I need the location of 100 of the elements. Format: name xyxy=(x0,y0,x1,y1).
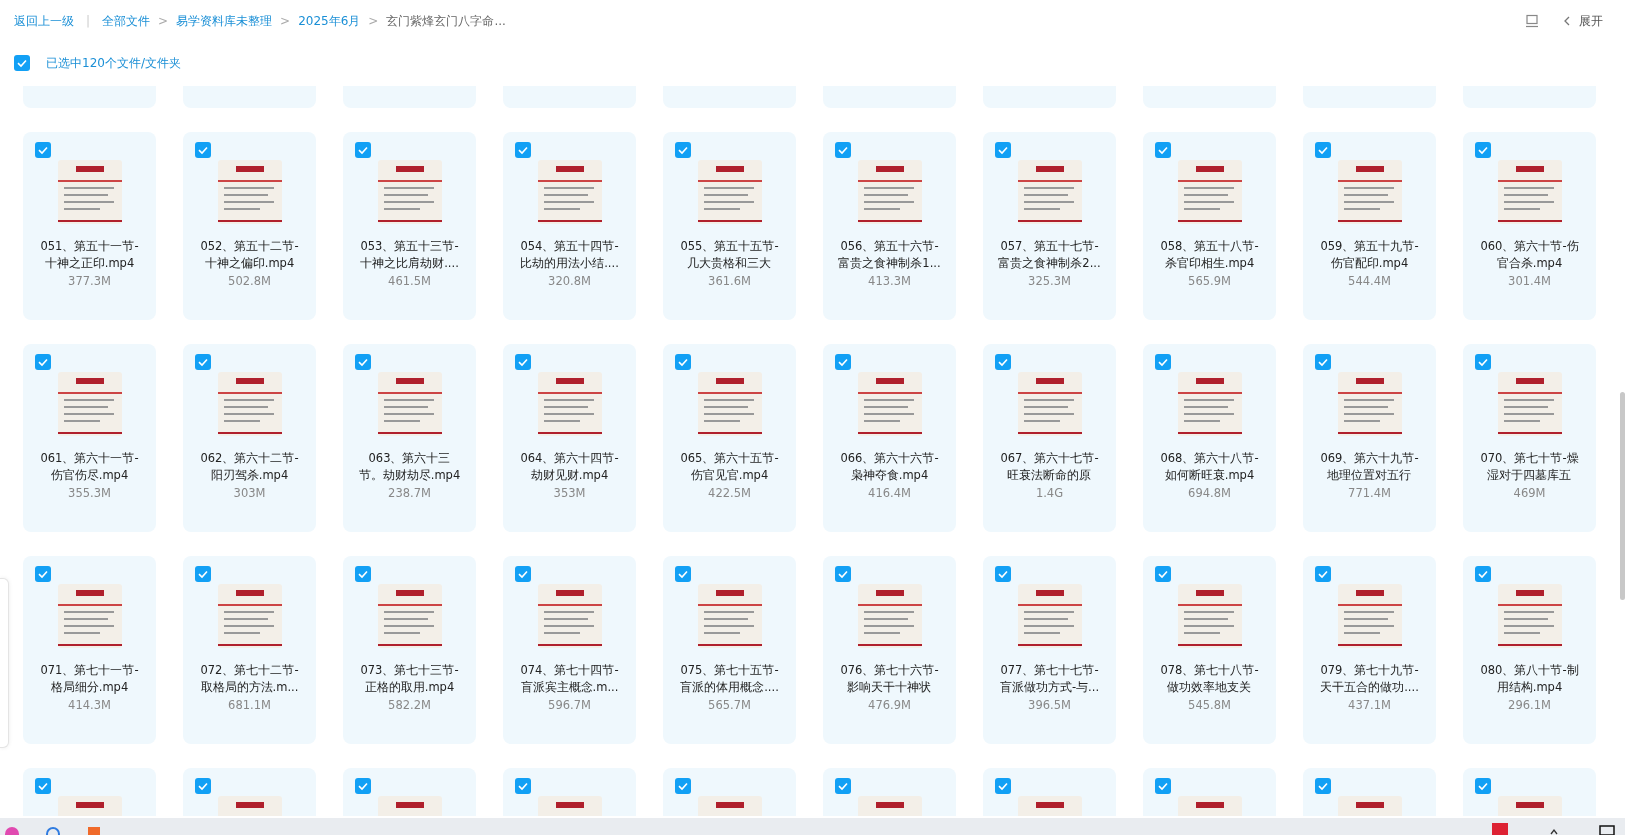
file-card[interactable]: 065、第六十五节- 伤官见官.mp4 422.5M xyxy=(663,344,796,532)
checkbox[interactable] xyxy=(1155,778,1171,794)
scrollbar-thumb[interactable] xyxy=(1620,392,1625,600)
breadcrumb-link[interactable]: 2025年6月 xyxy=(298,12,361,30)
checkbox[interactable] xyxy=(515,142,531,158)
video-thumbnail xyxy=(697,372,762,436)
file-card[interactable]: 080、第八十节-制 用结构.mp4 296.1M xyxy=(1463,556,1596,744)
file-card[interactable]: 071、第七十一节- 格局细分.mp4 414.3M xyxy=(23,556,156,744)
checkbox[interactable] xyxy=(1475,566,1491,582)
file-card[interactable]: 053、第五十三节- 十神之比肩劫财.... 461.5M xyxy=(343,132,476,320)
checkbox[interactable] xyxy=(355,354,371,370)
checkbox[interactable] xyxy=(1155,142,1171,158)
checkbox[interactable] xyxy=(515,566,531,582)
checkbox[interactable] xyxy=(1475,778,1491,794)
file-card[interactable]: 076、第七十六节- 影响天干十神状 476.9M xyxy=(823,556,956,744)
file-card[interactable]: 070、第七十节-燥 湿对于四墓库五 469M xyxy=(1463,344,1596,532)
checkbox[interactable] xyxy=(675,354,691,370)
checkbox[interactable] xyxy=(1475,354,1491,370)
breadcrumb-link[interactable]: 易学资料库未整理 xyxy=(176,12,273,30)
file-size: 461.5M xyxy=(388,274,431,288)
file-name: 069、第六十九节- 地理位置对五行 xyxy=(1320,450,1419,484)
checkbox[interactable] xyxy=(675,566,691,582)
file-card[interactable]: 060、第六十节-伤 官合杀.mp4 301.4M xyxy=(1463,132,1596,320)
app-icon[interactable] xyxy=(86,825,102,835)
checkbox[interactable] xyxy=(995,566,1011,582)
checkbox[interactable] xyxy=(355,142,371,158)
file-card[interactable]: 078、第七十八节- 做功效率地支关 545.8M xyxy=(1143,556,1276,744)
back-link[interactable]: 返回上一级 xyxy=(14,12,74,30)
file-card[interactable]: 077、第七十七节- 盲派做功方式-与... 396.5M xyxy=(983,556,1116,744)
file-card[interactable]: 074、第七十四节- 盲派宾主概念.m... 596.7M xyxy=(503,556,636,744)
file-name: 079、第七十九节- 天干五合的做功.... xyxy=(1320,662,1419,696)
video-thumbnail xyxy=(537,372,602,436)
checkbox[interactable] xyxy=(835,354,851,370)
checkbox[interactable] xyxy=(675,142,691,158)
checkbox[interactable] xyxy=(835,778,851,794)
file-card[interactable]: 064、第六十四节- 劫财见财.mp4 353M xyxy=(503,344,636,532)
app-icon[interactable] xyxy=(46,825,60,835)
checkbox[interactable] xyxy=(1315,778,1331,794)
video-thumbnail xyxy=(217,160,282,224)
file-card[interactable]: 054、第五十四节- 比劫的用法小结.... 320.8M xyxy=(503,132,636,320)
checkbox[interactable] xyxy=(1315,142,1331,158)
video-thumbnail xyxy=(57,584,122,648)
checkbox[interactable] xyxy=(995,778,1011,794)
file-card[interactable]: 062、第六十二节- 阳刃驾杀.mp4 303M xyxy=(183,344,316,532)
checkbox[interactable] xyxy=(1155,566,1171,582)
checkbox[interactable] xyxy=(835,142,851,158)
file-card[interactable]: 069、第六十九节- 地理位置对五行 771.4M xyxy=(1303,344,1436,532)
file-card[interactable]: 075、第七十五节- 盲派的体用概念.... 565.7M xyxy=(663,556,796,744)
checkbox[interactable] xyxy=(35,566,51,582)
file-card[interactable]: 068、第六十八节- 如何断旺衰.mp4 694.8M xyxy=(1143,344,1276,532)
checkbox[interactable] xyxy=(195,566,211,582)
checkbox[interactable] xyxy=(675,778,691,794)
checkbox[interactable] xyxy=(195,142,211,158)
file-card[interactable]: 067、第六十七节- 旺衰法断命的原 1.4G xyxy=(983,344,1116,532)
file-name: 052、第五十二节- 十神之偏印.mp4 xyxy=(200,238,299,272)
file-size: 325.3M xyxy=(1028,274,1071,288)
file-size: 296.1M xyxy=(1508,698,1551,712)
checkbox[interactable] xyxy=(355,778,371,794)
file-card[interactable]: 079、第七十九节- 天干五合的做功.... 437.1M xyxy=(1303,556,1436,744)
file-card[interactable]: 055、第五十五节- 几大贵格和三大 361.6M xyxy=(663,132,796,320)
chevron-up-icon[interactable] xyxy=(1549,827,1559,835)
file-card[interactable]: 057、第五十七节- 富贵之食神制杀2... 325.3M xyxy=(983,132,1116,320)
checkbox[interactable] xyxy=(515,778,531,794)
monitor-icon[interactable] xyxy=(1525,14,1539,28)
breadcrumb-link[interactable]: 玄门紫烽玄门八字命... xyxy=(386,12,506,30)
file-size: 355.3M xyxy=(68,486,111,500)
video-thumbnail xyxy=(857,372,922,436)
checkbox[interactable] xyxy=(195,354,211,370)
expand-button[interactable]: 展开 xyxy=(1563,12,1603,30)
checkbox[interactable] xyxy=(995,142,1011,158)
checkbox[interactable] xyxy=(515,354,531,370)
side-panel-handle[interactable] xyxy=(0,578,9,748)
file-card[interactable]: 052、第五十二节- 十神之偏印.mp4 502.8M xyxy=(183,132,316,320)
checkbox[interactable] xyxy=(35,354,51,370)
checkbox[interactable] xyxy=(14,55,30,71)
checkbox[interactable] xyxy=(995,354,1011,370)
file-name: 080、第八十节-制 用结构.mp4 xyxy=(1480,662,1579,696)
file-card[interactable]: 061、第六十一节- 伤官伤尽.mp4 355.3M xyxy=(23,344,156,532)
file-card[interactable]: 058、第五十八节- 杀官印相生.mp4 565.9M xyxy=(1143,132,1276,320)
file-card[interactable]: 072、第七十二节- 取格局的方法.m... 681.1M xyxy=(183,556,316,744)
file-card[interactable]: 073、第七十三节- 正格的取用.mp4 582.2M xyxy=(343,556,476,744)
file-card[interactable]: 056、第五十六节- 富贵之食神制杀1... 413.3M xyxy=(823,132,956,320)
file-card[interactable]: 059、第五十九节- 伤官配印.mp4 544.4M xyxy=(1303,132,1436,320)
file-card[interactable]: 051、第五十一节- 十神之正印.mp4 377.3M xyxy=(23,132,156,320)
file-name: 074、第七十四节- 盲派宾主概念.m... xyxy=(520,662,619,696)
checkbox[interactable] xyxy=(35,142,51,158)
checkbox[interactable] xyxy=(835,566,851,582)
file-card[interactable]: 066、第六十六节- 枭神夺食.mp4 416.4M xyxy=(823,344,956,532)
checkbox[interactable] xyxy=(1475,142,1491,158)
checkbox[interactable] xyxy=(355,566,371,582)
checkbox[interactable] xyxy=(1315,566,1331,582)
video-thumbnail xyxy=(537,584,602,648)
checkbox[interactable] xyxy=(1155,354,1171,370)
file-card[interactable]: 063、第六十三 节。劫财劫尽.mp4 238.7M xyxy=(343,344,476,532)
file-size: 469M xyxy=(1513,486,1546,500)
breadcrumb-link[interactable]: 全部文件 xyxy=(102,12,151,30)
checkbox[interactable] xyxy=(35,778,51,794)
checkbox[interactable] xyxy=(195,778,211,794)
tray-icon[interactable] xyxy=(1491,821,1509,835)
checkbox[interactable] xyxy=(1315,354,1331,370)
